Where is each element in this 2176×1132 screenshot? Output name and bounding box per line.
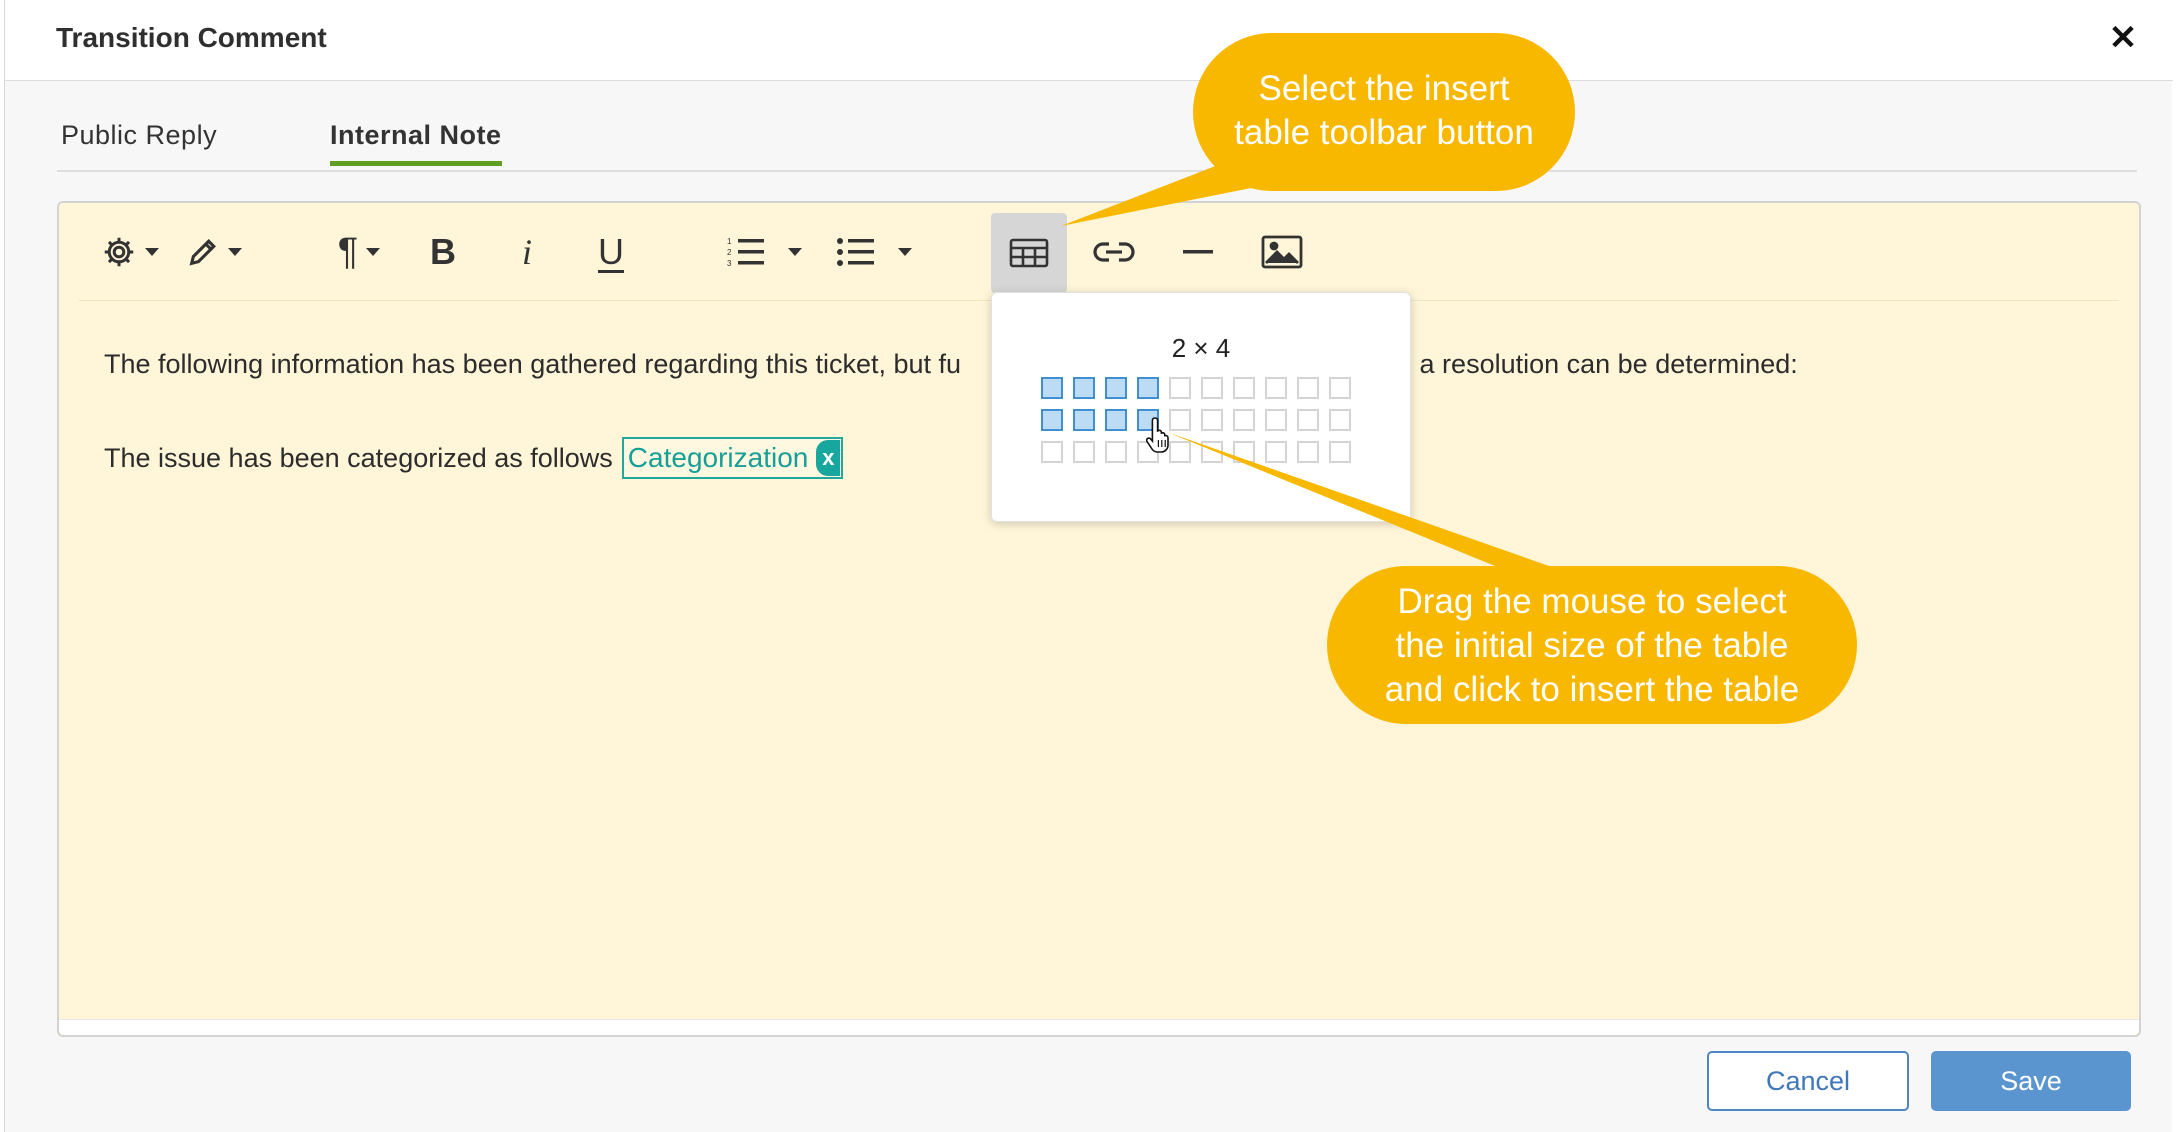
editor-bottom-strip — [59, 1019, 2139, 1035]
chevron-down-icon — [228, 248, 242, 256]
table-grid-cell[interactable] — [1073, 441, 1095, 463]
italic-button[interactable]: i — [497, 215, 557, 289]
cancel-button[interactable]: Cancel — [1707, 1051, 1909, 1111]
table-grid-cell[interactable] — [1201, 441, 1223, 463]
table-grid-cell[interactable] — [1329, 409, 1351, 431]
paragraph-text: The following information has been gathe… — [104, 349, 1798, 380]
paragraph-icon: ¶ — [337, 231, 359, 273]
table-grid-cell[interactable] — [1297, 441, 1319, 463]
dialog-title: Transition Comment — [56, 22, 327, 53]
table-grid-cell[interactable] — [1297, 409, 1319, 431]
table-grid-cell[interactable] — [1201, 377, 1223, 399]
callout-line: and click to insert the table — [1384, 670, 1800, 709]
ordered-list-dropdown-button[interactable]: 1 2 3 — [719, 215, 809, 289]
category-line: The issue has been categorized as follow… — [104, 437, 844, 479]
table-grid-cell[interactable] — [1233, 441, 1255, 463]
table-grid-cell[interactable] — [1297, 377, 1319, 399]
paragraph-text-end: ore a resolution can be determined: — [1373, 349, 1798, 379]
table-grid-cell-selected[interactable] — [1105, 409, 1127, 431]
table-grid-cell-selected[interactable] — [1041, 377, 1063, 399]
svg-text:1: 1 — [727, 237, 732, 246]
chevron-down-icon — [898, 248, 912, 256]
settings-dropdown-button[interactable] — [95, 215, 165, 289]
table-size-label: 2 × 4 — [1171, 333, 1231, 363]
table-grid-cell[interactable] — [1329, 441, 1351, 463]
table-grid-cell-selected[interactable] — [1073, 377, 1095, 399]
gear-icon — [104, 237, 134, 267]
chevron-down-icon — [145, 248, 159, 256]
bullet-list-dropdown-button[interactable] — [829, 215, 919, 289]
italic-icon: i — [521, 232, 532, 272]
paragraph-text-start: The following information has been gathe… — [104, 349, 962, 379]
table-grid-cell[interactable] — [1265, 441, 1287, 463]
table-grid-cell[interactable] — [1329, 377, 1351, 399]
table-grid-cell-selected[interactable] — [1137, 377, 1159, 399]
hand-cursor-icon — [1146, 417, 1169, 453]
table-grid-cell[interactable] — [1233, 409, 1255, 431]
bold-button[interactable]: B — [413, 215, 473, 289]
link-icon — [1093, 242, 1135, 262]
dialog-header: Transition Comment ✕ — [5, 0, 2173, 81]
table-grid-cell-selected[interactable] — [1041, 409, 1063, 431]
remove-tag-icon[interactable]: x — [816, 440, 841, 476]
horizontal-rule-icon — [1183, 250, 1213, 254]
horizontal-rule-button[interactable] — [1163, 215, 1233, 289]
table-grid-cell[interactable] — [1105, 441, 1127, 463]
table-grid-cell-selected[interactable] — [1073, 409, 1095, 431]
pencil-icon — [189, 239, 216, 266]
underline-icon: U — [598, 231, 624, 272]
category-line-text: The issue has been categorized as follow… — [104, 442, 613, 473]
callout-line: Select the insert — [1258, 69, 1510, 108]
chevron-down-icon — [366, 248, 381, 256]
callout-drag-to-select: Drag the mouse to select the initial siz… — [1327, 566, 1857, 724]
table-grid-cell[interactable] — [1265, 409, 1287, 431]
svg-text:3: 3 — [727, 259, 732, 268]
tab-public-reply[interactable]: Public Reply — [61, 120, 217, 165]
insert-link-button[interactable] — [1079, 215, 1149, 289]
transition-comment-dialog: Transition Comment ✕ Public Reply Intern… — [4, 0, 2173, 1132]
bold-icon: B — [430, 231, 456, 272]
insert-table-button[interactable] — [991, 213, 1067, 293]
table-grid-cell[interactable] — [1201, 409, 1223, 431]
table-icon — [1009, 238, 1049, 268]
editor-toolbar: ¶ B i U 1 2 3 — [79, 203, 2119, 301]
table-grid-cell[interactable] — [1169, 377, 1191, 399]
callout-select-table-button: Select the insert table toolbar button — [1193, 33, 1575, 191]
table-size-grid[interactable] — [1041, 377, 1351, 463]
ordered-list-icon: 1 2 3 — [727, 237, 764, 268]
tab-internal-note[interactable]: Internal Note — [330, 120, 502, 166]
image-icon — [1261, 235, 1303, 269]
callout-line: Drag the mouse to select — [1397, 582, 1787, 621]
table-grid-cell-selected[interactable] — [1105, 377, 1127, 399]
insert-image-button[interactable] — [1247, 215, 1317, 289]
callout-line: the initial size of the table — [1395, 626, 1789, 665]
bullet-list-icon — [837, 238, 874, 266]
underline-button[interactable]: U — [581, 215, 641, 289]
categorization-tag-label: Categorization — [627, 442, 809, 473]
table-grid-cell[interactable] — [1233, 377, 1255, 399]
table-grid-cell[interactable] — [1265, 377, 1287, 399]
svg-text:2: 2 — [727, 248, 732, 257]
table-grid-cell[interactable] — [1041, 441, 1063, 463]
chevron-down-icon — [788, 248, 802, 256]
style-dropdown-button[interactable] — [179, 215, 249, 289]
tab-bar: Public Reply Internal Note — [57, 112, 2137, 172]
categorization-tag[interactable]: Categorization x — [621, 437, 844, 479]
close-icon[interactable]: ✕ — [2103, 18, 2143, 58]
paragraph-dropdown-button[interactable]: ¶ — [327, 215, 391, 289]
save-button[interactable]: Save — [1931, 1051, 2131, 1111]
callout-line: table toolbar button — [1234, 113, 1534, 152]
table-size-picker[interactable]: 2 × 4 — [991, 292, 1411, 522]
